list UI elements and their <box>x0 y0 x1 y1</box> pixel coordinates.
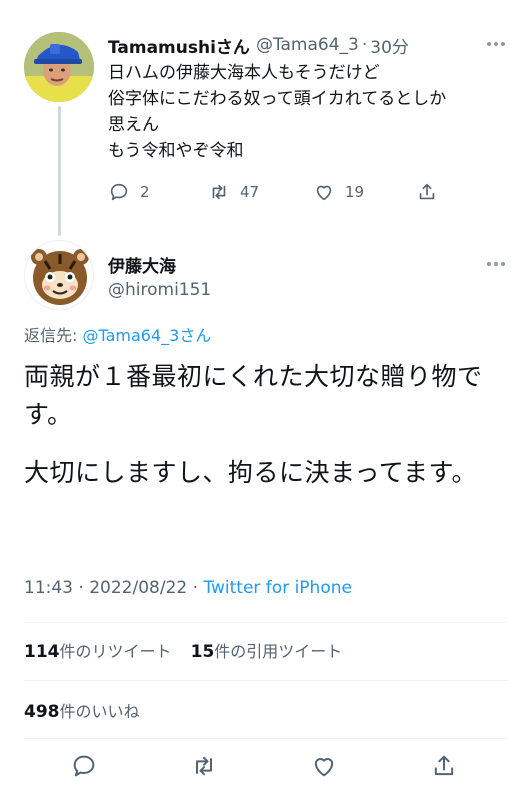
tweet-meta: 11:43 · 2022/08/22 · Twitter for iPhone <box>24 578 352 598</box>
tweet-action-bar <box>0 752 532 786</box>
tweet-time[interactable]: 11:43 <box>24 578 73 598</box>
divider <box>24 622 508 623</box>
tweet-header: Tamamushiさん @Tama64_3 · 30分 <box>108 32 508 58</box>
likes-count: 498 <box>24 702 60 722</box>
avatar[interactable] <box>24 32 94 102</box>
user-handle[interactable]: @hiromi151 <box>108 280 211 300</box>
retweet-button[interactable] <box>190 752 218 780</box>
share-button[interactable] <box>416 178 438 206</box>
tweet-actions: 2 47 19 <box>108 178 458 206</box>
likes-stat[interactable]: 498件のいいね <box>24 698 140 722</box>
reply-to-link[interactable]: @Tama64_3さん <box>82 326 211 345</box>
reply-icon <box>110 183 128 201</box>
share-icon <box>434 755 454 776</box>
likes-label: 件のいいね <box>59 702 140 721</box>
retweet-icon <box>196 756 212 776</box>
divider <box>24 680 508 681</box>
reply-count: 2 <box>140 183 150 201</box>
tweet-date[interactable]: 2022/08/22 <box>89 578 187 598</box>
separator: · <box>187 578 204 598</box>
user-handle[interactable]: @Tama64_3 <box>256 35 359 55</box>
tweet-text-line: 思えん <box>108 115 159 135</box>
separator: · <box>73 578 90 598</box>
tweet-text-line: 俗字体にこだわる奴って頭イカれてるとしか <box>108 89 447 109</box>
tweet-source-link[interactable]: Twitter for iPhone <box>203 578 352 598</box>
like-button[interactable]: 19 <box>313 178 364 206</box>
tweet-paragraph: 大切にしますし、拘るに決まってます。 <box>24 458 478 487</box>
quotes-count: 15 <box>190 642 215 662</box>
avatar-photo-icon <box>24 32 94 102</box>
more-options-button[interactable] <box>484 258 508 270</box>
quotes-label: 件の引用ツイート <box>214 642 343 661</box>
tweet-text-line: 日ハムの伊藤大海本人もそうだけど <box>108 63 380 83</box>
tweet-text-line: もう令和やぞ令和 <box>108 141 244 161</box>
share-icon <box>419 183 435 200</box>
retweets-stat[interactable]: 114件のリツイート <box>24 642 172 662</box>
display-name[interactable]: 伊藤大海 <box>108 252 176 277</box>
reply-button[interactable]: 2 <box>108 178 150 206</box>
engagement-stats: 114件のリツイート 15件の引用ツイート <box>24 638 342 662</box>
like-count: 19 <box>345 183 365 201</box>
tweet-paragraph: 両親が１番最初にくれた大切な贈り物です。 <box>24 362 483 429</box>
display-name[interactable]: Tamamushiさん <box>108 33 250 58</box>
thread-connector <box>58 106 61 236</box>
avatar[interactable] <box>24 240 94 310</box>
heart-icon <box>316 185 332 201</box>
reply-icon <box>73 755 95 777</box>
separator: · <box>361 35 368 55</box>
reply-button[interactable] <box>70 752 98 780</box>
retweets-label: 件のリツイート <box>59 642 172 661</box>
retweet-button[interactable]: 47 <box>208 178 259 206</box>
retweet-icon <box>212 184 226 200</box>
quotes-stat[interactable]: 15件の引用ツイート <box>190 642 343 662</box>
parent-tweet[interactable]: Tamamushiさん @Tama64_3 · 30分 日ハムの伊藤大海本人もそ… <box>0 0 532 240</box>
more-dots-icon <box>484 258 508 270</box>
tweet-text: 日ハムの伊藤大海本人もそうだけど 俗字体にこだわる奴って頭イカれてるとしか 思え… <box>108 60 508 164</box>
tiger-avatar-icon <box>25 241 93 309</box>
more-options-button[interactable] <box>484 38 508 50</box>
reply-to-prefix: 返信先: <box>24 326 83 345</box>
divider <box>24 738 508 739</box>
tweet-text: 両親が１番最初にくれた大切な贈り物です。 大切にしますし、拘るに決まってます。 <box>24 358 508 492</box>
like-button[interactable] <box>310 752 338 780</box>
tweet-time[interactable]: 30分 <box>370 33 409 58</box>
retweets-count: 114 <box>24 642 60 662</box>
heart-icon <box>314 758 334 777</box>
reply-to-line: 返信先: @Tama64_3さん <box>24 322 211 346</box>
share-button[interactable] <box>430 752 458 780</box>
retweet-count: 47 <box>240 183 260 201</box>
more-dots-icon <box>484 38 508 50</box>
